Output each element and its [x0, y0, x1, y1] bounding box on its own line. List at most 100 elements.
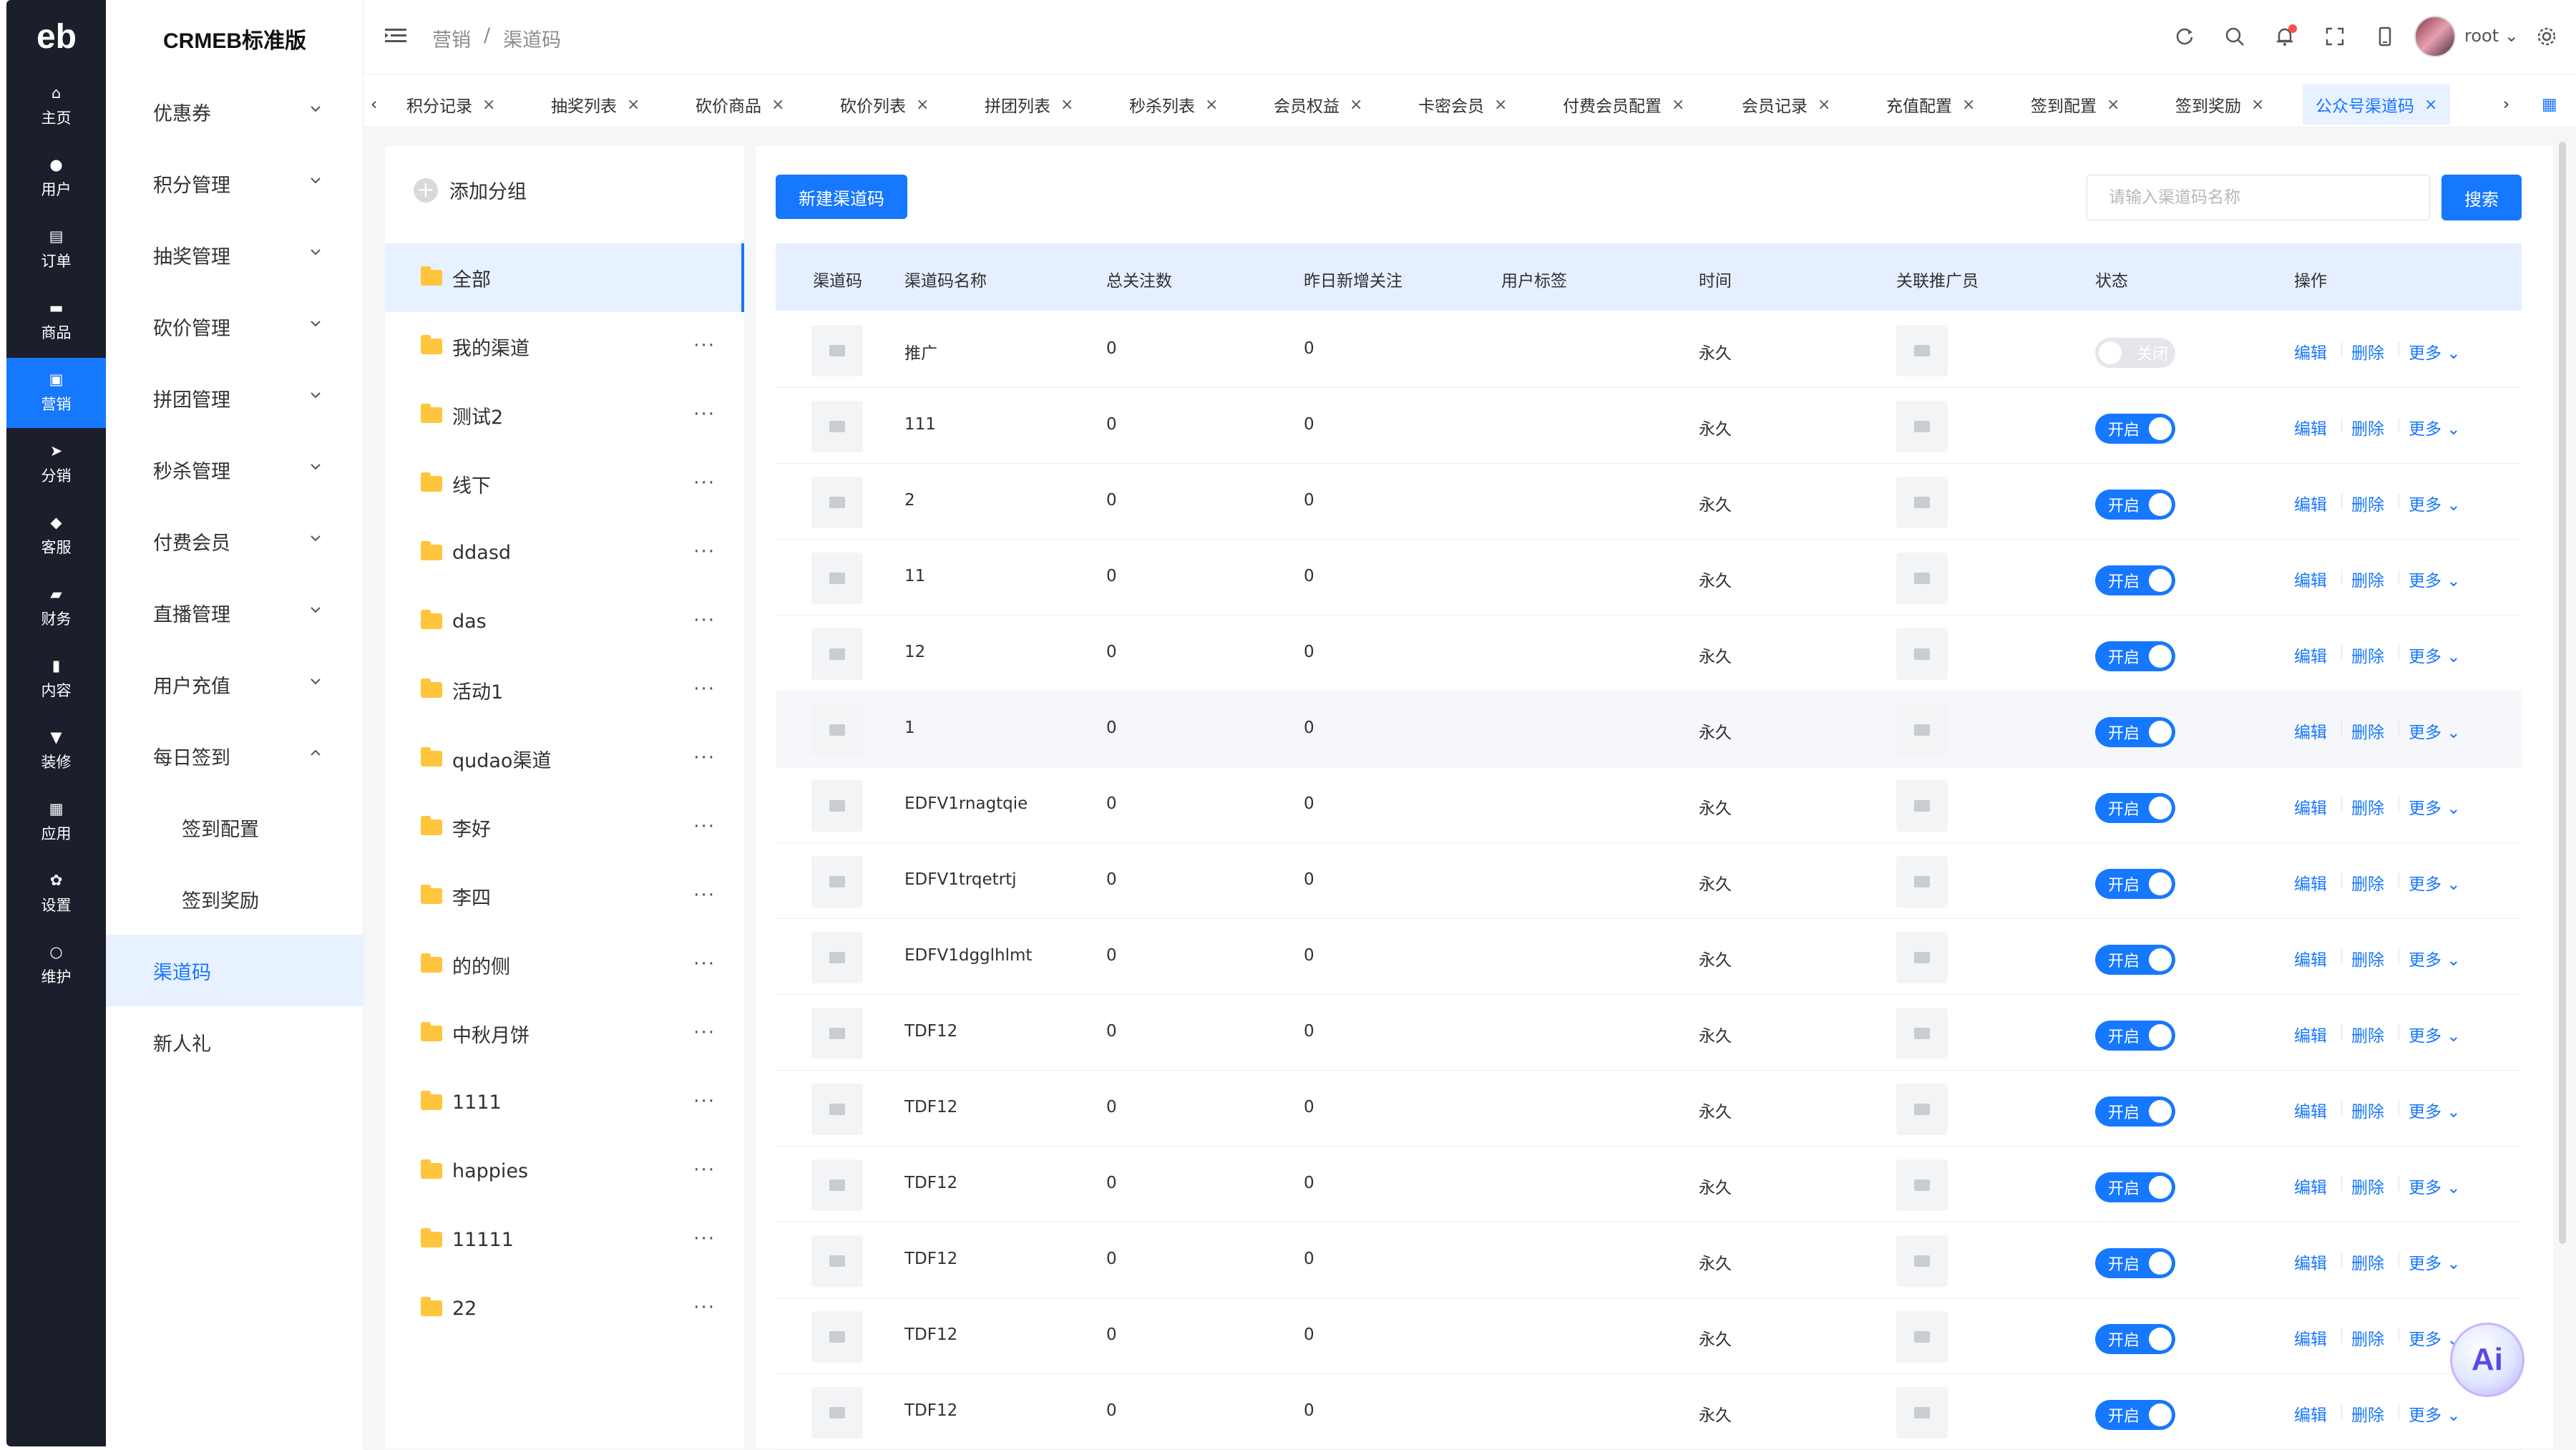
- close-icon[interactable]: ×: [2424, 96, 2437, 114]
- group-item[interactable]: 测试2 ···: [385, 381, 744, 449]
- qrcode-thumbnail[interactable]: [811, 1311, 863, 1363]
- close-icon[interactable]: ×: [1962, 96, 1975, 114]
- more-dots-icon[interactable]: ···: [693, 1022, 716, 1043]
- edit-link[interactable]: 编辑: [2294, 415, 2327, 439]
- status-toggle[interactable]: 开启: [2095, 1324, 2175, 1354]
- more-dots-icon[interactable]: ···: [693, 953, 716, 975]
- delete-link[interactable]: 删除: [2351, 1401, 2384, 1426]
- more-dots-icon[interactable]: ···: [693, 404, 716, 425]
- add-group-button[interactable]: + 添加分组: [414, 176, 527, 204]
- status-toggle[interactable]: 开启: [2095, 414, 2175, 444]
- group-item[interactable]: 1111 ···: [385, 1068, 744, 1137]
- more-link[interactable]: 更多 ⌄: [2409, 643, 2461, 667]
- group-item[interactable]: 22 ···: [385, 1274, 744, 1343]
- notification-bell-icon[interactable]: [2273, 24, 2297, 49]
- qrcode-thumbnail[interactable]: [811, 780, 863, 832]
- qrcode-thumbnail[interactable]: [811, 1159, 863, 1211]
- menu-item-11[interactable]: 签到配置: [106, 792, 364, 863]
- rail-item-13[interactable]: ○ 维护: [6, 930, 106, 1001]
- group-item[interactable]: 我的渠道 ···: [385, 312, 744, 381]
- more-link[interactable]: 更多 ⌄: [2409, 1250, 2461, 1274]
- more-link[interactable]: 更多 ⌄: [2409, 794, 2461, 819]
- qrcode-thumbnail[interactable]: [811, 1084, 863, 1135]
- fullscreen-icon[interactable]: [2323, 24, 2347, 49]
- tabs-scroll-right-icon[interactable]: ›: [2503, 84, 2509, 125]
- rail-item-1[interactable]: ⌂ 主页: [6, 72, 106, 142]
- more-dots-icon[interactable]: ···: [693, 1297, 716, 1318]
- group-item[interactable]: qudao渠道 ···: [385, 724, 744, 793]
- menu-item-8[interactable]: 直播管理: [106, 577, 364, 648]
- close-icon[interactable]: ×: [2107, 96, 2119, 114]
- rail-item-6[interactable]: ➤ 分销: [6, 429, 106, 500]
- menu-item-13[interactable]: 渠道码: [106, 935, 364, 1006]
- close-icon[interactable]: ×: [1818, 96, 1830, 114]
- more-dots-icon[interactable]: ···: [693, 678, 716, 700]
- edit-link[interactable]: 编辑: [2294, 339, 2327, 364]
- menu-item-10[interactable]: 每日签到: [106, 720, 364, 792]
- status-toggle[interactable]: 开启: [2095, 945, 2175, 975]
- delete-link[interactable]: 删除: [2351, 946, 2384, 970]
- more-link[interactable]: 更多 ⌄: [2409, 415, 2461, 439]
- edit-link[interactable]: 编辑: [2294, 870, 2327, 895]
- tab-12[interactable]: 签到配置 ×: [2031, 84, 2119, 125]
- close-icon[interactable]: ×: [1205, 96, 1218, 114]
- edit-link[interactable]: 编辑: [2294, 794, 2327, 819]
- rail-item-2[interactable]: ● 用户: [6, 143, 106, 213]
- delete-link[interactable]: 删除: [2351, 567, 2384, 591]
- status-toggle[interactable]: 开启: [2095, 1096, 2175, 1127]
- search-icon[interactable]: [2223, 24, 2247, 49]
- qrcode-thumbnail[interactable]: [811, 932, 863, 983]
- more-link[interactable]: 更多 ⌄: [2409, 719, 2461, 743]
- delete-link[interactable]: 删除: [2351, 794, 2384, 819]
- more-dots-icon[interactable]: ···: [693, 747, 716, 769]
- delete-link[interactable]: 删除: [2351, 1022, 2384, 1046]
- more-dots-icon[interactable]: ···: [693, 541, 716, 563]
- edit-link[interactable]: 编辑: [2294, 1174, 2327, 1198]
- rail-item-5[interactable]: ▣ 营销: [6, 358, 106, 428]
- tab-5[interactable]: 拼团列表 ×: [985, 84, 1073, 125]
- edit-link[interactable]: 编辑: [2294, 1325, 2327, 1350]
- tab-8[interactable]: 卡密会员 ×: [1418, 84, 1507, 125]
- status-toggle[interactable]: 开启: [2095, 1021, 2175, 1051]
- status-toggle[interactable]: 开启: [2095, 565, 2175, 595]
- qrcode-thumbnail[interactable]: [811, 325, 863, 376]
- menu-item-14[interactable]: 新人礼: [106, 1006, 364, 1078]
- rail-item-9[interactable]: ▮ 内容: [6, 644, 106, 714]
- status-toggle[interactable]: 开启: [2095, 717, 2175, 747]
- edit-link[interactable]: 编辑: [2294, 567, 2327, 591]
- gear-icon[interactable]: [2534, 24, 2559, 49]
- close-icon[interactable]: ×: [1494, 96, 1507, 114]
- edit-link[interactable]: 编辑: [2294, 1098, 2327, 1122]
- close-icon[interactable]: ×: [916, 96, 929, 114]
- qrcode-thumbnail[interactable]: [811, 401, 863, 452]
- refresh-icon[interactable]: [2172, 24, 2197, 49]
- close-icon[interactable]: ×: [1060, 96, 1073, 114]
- close-icon[interactable]: ×: [1672, 96, 1684, 114]
- close-icon[interactable]: ×: [771, 96, 784, 114]
- edit-link[interactable]: 编辑: [2294, 1022, 2327, 1046]
- menu-item-5[interactable]: 拼团管理: [106, 362, 364, 434]
- more-dots-icon[interactable]: ···: [693, 335, 716, 356]
- more-dots-icon[interactable]: ···: [693, 885, 716, 906]
- status-toggle[interactable]: 开启: [2095, 793, 2175, 823]
- close-icon[interactable]: ×: [1350, 96, 1362, 114]
- qrcode-thumbnail[interactable]: [811, 1387, 863, 1439]
- menu-item-12[interactable]: 签到奖励: [106, 863, 364, 935]
- status-toggle[interactable]: 关闭: [2095, 338, 2175, 368]
- qrcode-thumbnail[interactable]: [811, 628, 863, 680]
- close-icon[interactable]: ×: [482, 96, 495, 114]
- tab-7[interactable]: 会员权益 ×: [1274, 84, 1362, 125]
- status-toggle[interactable]: 开启: [2095, 869, 2175, 899]
- qrcode-thumbnail[interactable]: [811, 477, 863, 528]
- qrcode-thumbnail[interactable]: [811, 1235, 863, 1287]
- tab-13[interactable]: 签到奖励 ×: [2175, 84, 2264, 125]
- delete-link[interactable]: 删除: [2351, 491, 2384, 515]
- menu-toggle-icon[interactable]: [385, 27, 406, 44]
- tab-11[interactable]: 充值配置 ×: [1886, 84, 1975, 125]
- delete-link[interactable]: 删除: [2351, 1325, 2384, 1350]
- group-item[interactable]: 全部: [385, 243, 744, 312]
- group-item[interactable]: 活动1 ···: [385, 656, 744, 724]
- group-item[interactable]: 11111 ···: [385, 1205, 744, 1274]
- delete-link[interactable]: 删除: [2351, 719, 2384, 743]
- more-link[interactable]: 更多 ⌄: [2409, 1174, 2461, 1198]
